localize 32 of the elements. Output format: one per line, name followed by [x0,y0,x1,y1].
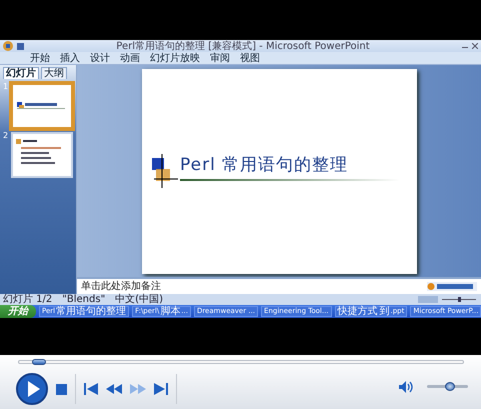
slide-thumbnail[interactable] [11,132,73,178]
ribbon-tab[interactable]: 设计 [90,52,110,64]
slide-number: 1 [3,83,9,92]
pane-tab[interactable]: 幻灯片 [3,67,39,79]
status-text: 幻灯片 1/2 [3,294,52,305]
ribbon-tab[interactable]: 视图 [240,52,260,64]
rewind-button[interactable] [106,384,122,394]
zoom-slider-icon[interactable] [418,296,478,303]
slide-logo-drawing [152,154,178,188]
office-button-icon[interactable] [3,41,13,51]
play-button[interactable] [16,373,48,405]
status-text: "Blends" [62,294,106,305]
seek-thumb[interactable] [32,359,46,365]
ribbon-tab[interactable]: 审阅 [210,52,230,64]
pane-tab[interactable]: 大纲 [41,67,67,79]
status-text: 中文(中国) [115,294,163,305]
ribbon-tab[interactable]: 插入 [60,52,80,64]
volume-thumb[interactable] [444,382,455,391]
ribbon-tab[interactable]: 幻灯片放映 [150,52,200,64]
stop-button[interactable] [56,384,67,394]
volume-slider[interactable] [427,385,468,388]
ribbon-tab[interactable]: 动画 [120,52,140,64]
slide-number: 2 [3,132,9,140]
window-title: Perl常用语句的整理 [兼容模式] - Microsoft PowerPoint [115,40,371,52]
slide-title: Perl 常用语句的整理 [180,156,350,175]
close-icon[interactable] [472,43,478,49]
ribbon-tab[interactable]: 开始 [30,52,50,64]
slide-thumbnail[interactable] [11,83,73,129]
next-button[interactable] [154,383,168,395]
previous-button[interactable] [84,383,98,395]
speaker-icon[interactable] [399,381,413,393]
start-button[interactable]: 开始 [0,305,36,318]
